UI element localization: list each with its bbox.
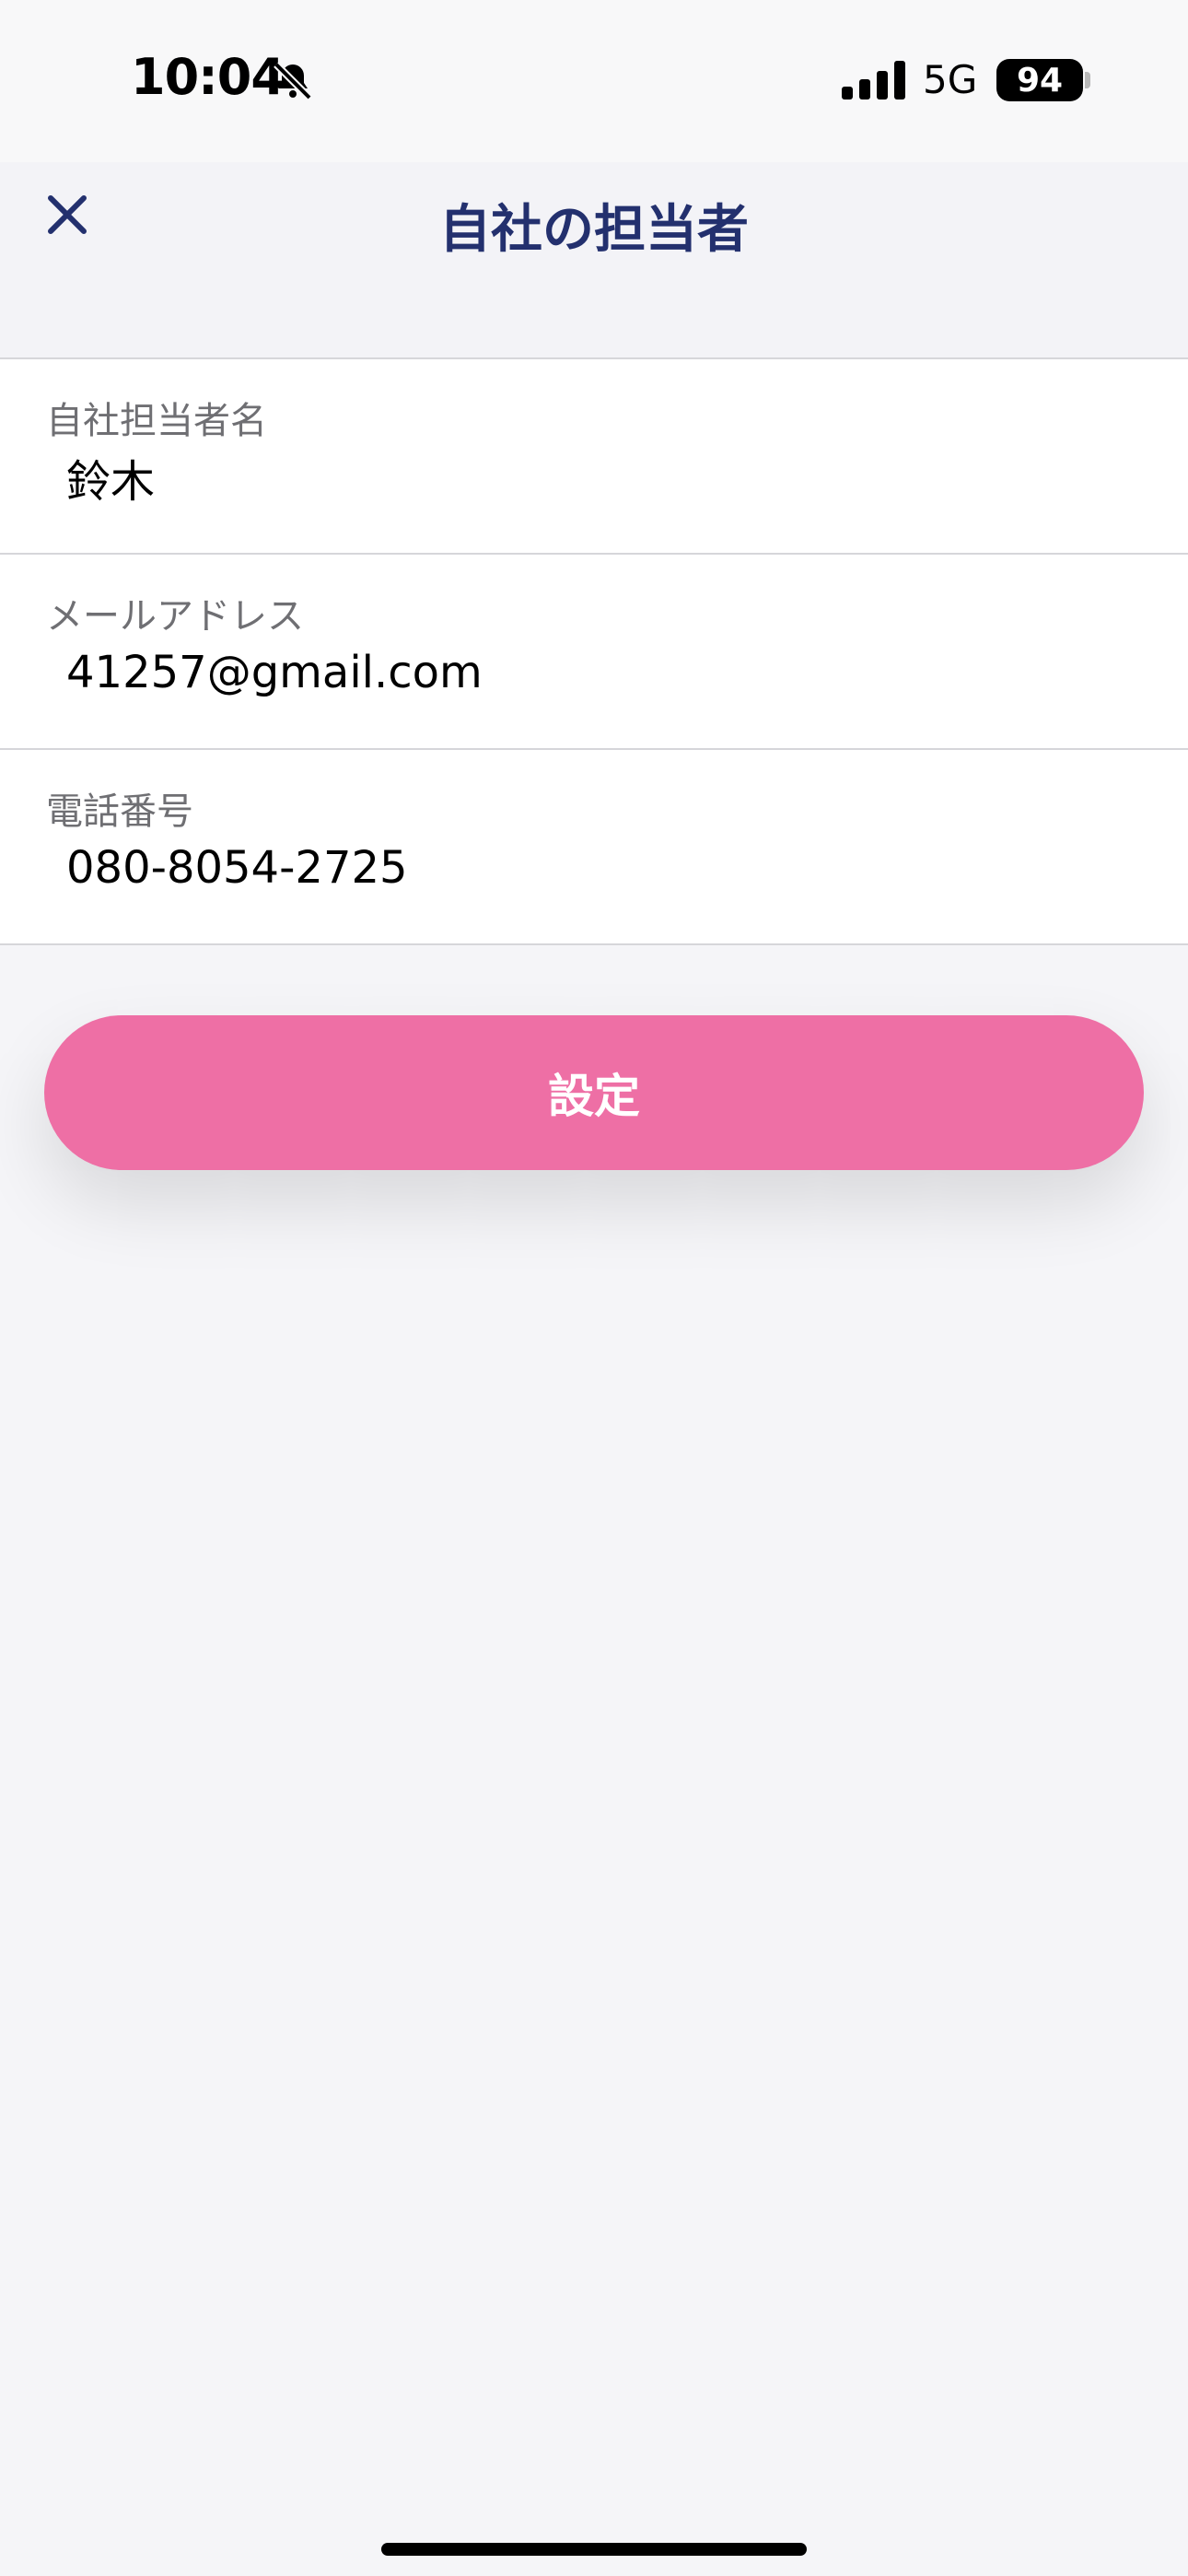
contact-name-input[interactable] — [66, 451, 1135, 503]
battery-icon: 94 — [996, 59, 1083, 101]
bell-slash-icon — [274, 62, 312, 100]
network-label: 5G — [923, 57, 978, 102]
email-label: メールアドレス — [46, 595, 304, 638]
phone-input[interactable] — [66, 842, 1135, 894]
email-row: メールアドレス — [0, 555, 1188, 750]
cellular-signal-icon — [842, 61, 905, 100]
battery-nub — [1085, 72, 1090, 88]
phone-row: 電話番号 — [0, 750, 1188, 945]
contact-name-row: 自社担当者名 — [0, 359, 1188, 555]
status-time: 10:04 — [131, 48, 285, 106]
submit-button[interactable]: 設定 — [44, 1015, 1144, 1170]
email-input[interactable] — [66, 647, 1135, 698]
contact-name-label: 自社担当者名 — [46, 400, 267, 442]
status-bar: 10:04 5G 94 — [0, 0, 1188, 162]
battery-level: 94 — [1016, 61, 1064, 100]
page-title: 自社の担当者 — [439, 200, 749, 260]
nav-header: 自社の担当者 — [0, 162, 1188, 359]
home-indicator[interactable] — [381, 2543, 807, 2556]
phone-label: 電話番号 — [46, 790, 193, 833]
